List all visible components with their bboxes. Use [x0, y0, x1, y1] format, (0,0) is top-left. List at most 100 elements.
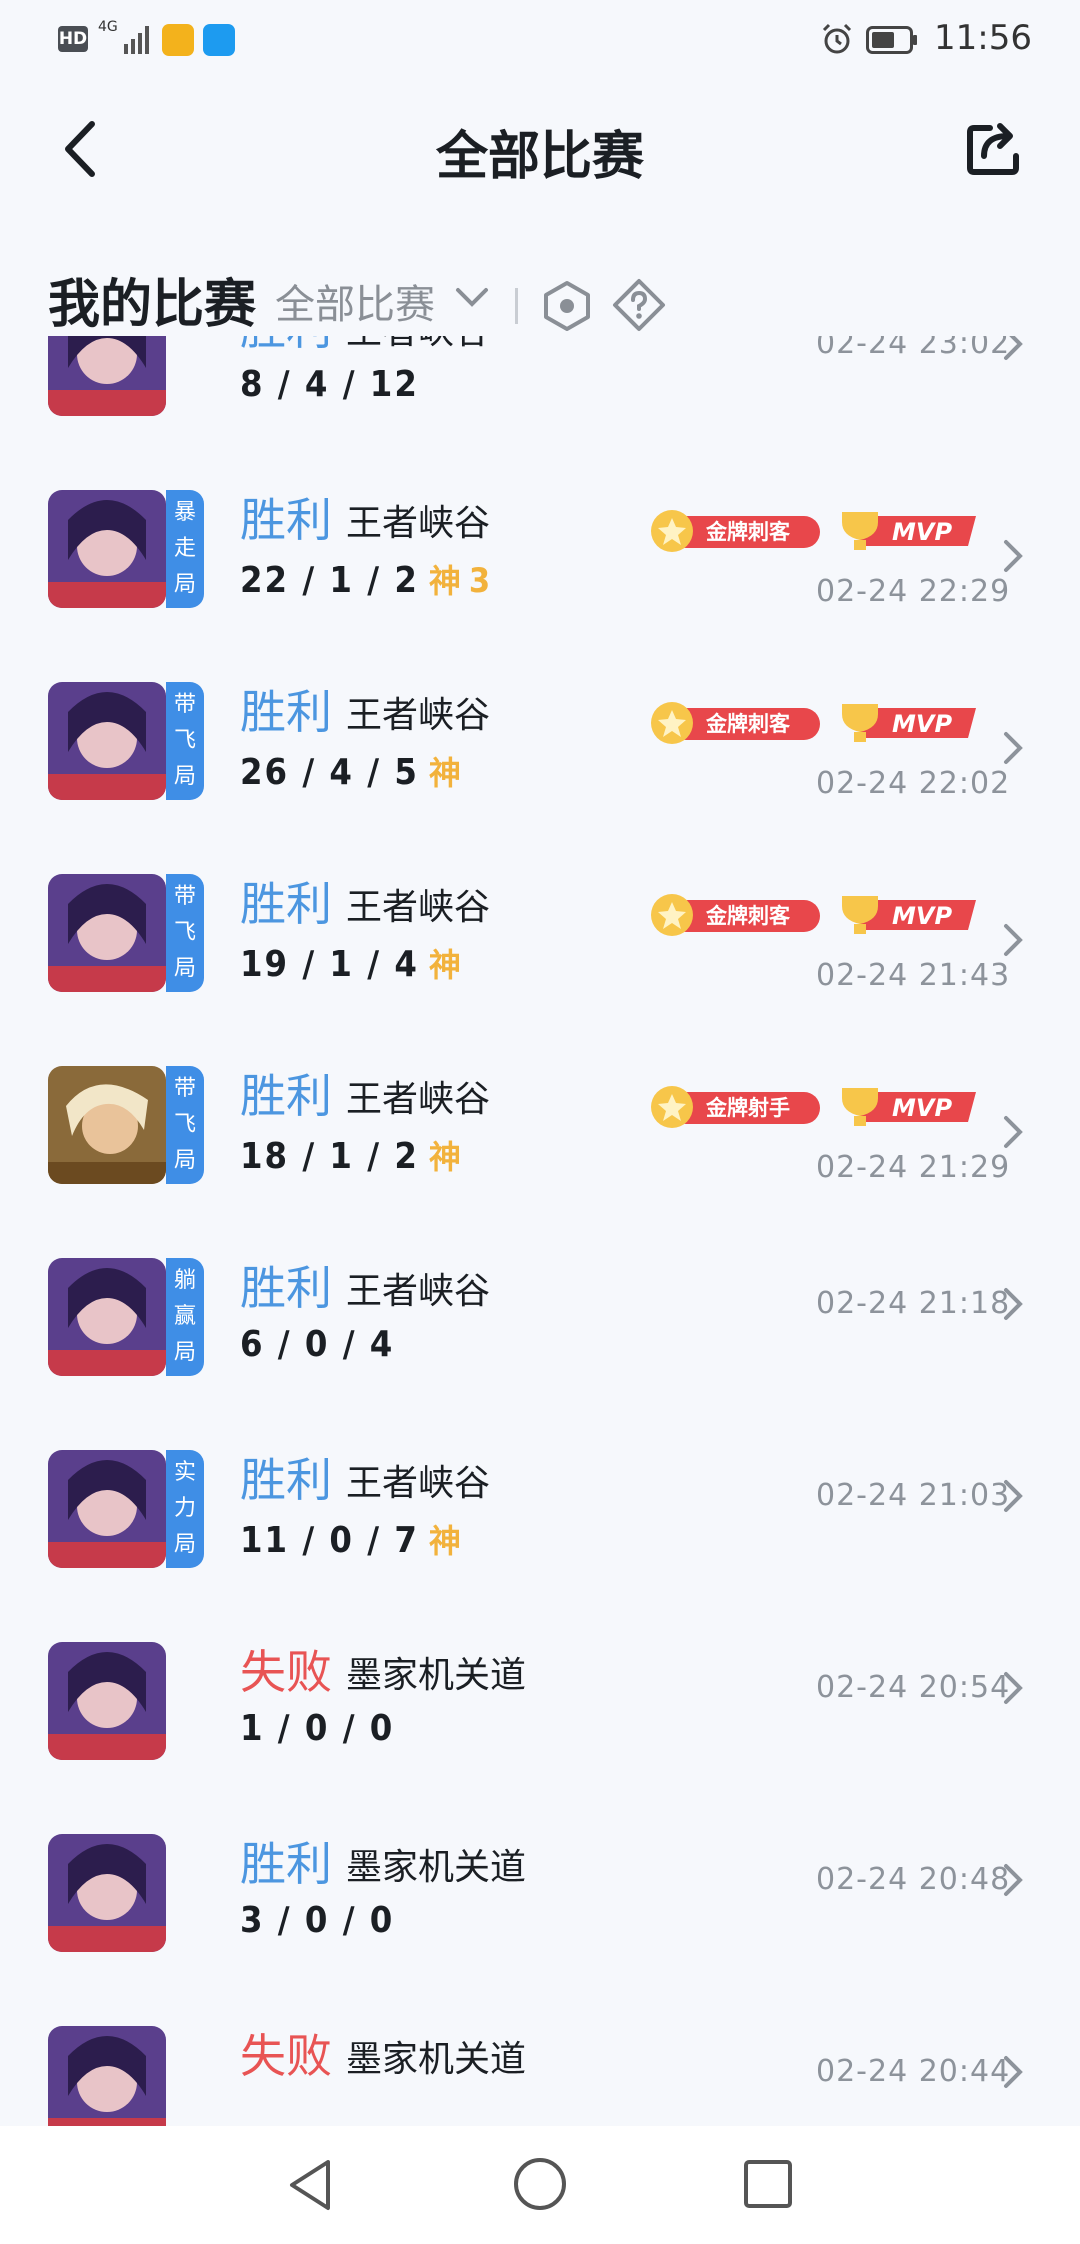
- kda: 19 / 1 / 4神: [240, 940, 463, 986]
- match-result: 胜利: [240, 1453, 332, 1507]
- list-item[interactable]: 失败 墨家机关道 1 / 0 / 0 02-24 20:54: [0, 1624, 1080, 1816]
- mode-tag: 带飞局: [166, 1066, 204, 1184]
- search-app-icon: [203, 24, 235, 56]
- mode-tag: 躺赢局: [166, 1258, 204, 1376]
- alarm-icon: [822, 23, 852, 54]
- app-icon: [162, 24, 194, 56]
- map-name: 墨家机关道: [346, 2039, 527, 2080]
- hd-indicator: HD: [58, 26, 88, 52]
- god-badge: 神: [428, 1138, 463, 1176]
- kda: 8 / 4 / 12: [240, 364, 419, 405]
- god-count: 3: [468, 561, 493, 601]
- kda: 18 / 1 / 2神: [240, 1132, 463, 1178]
- god-badge: 神: [428, 1522, 463, 1560]
- hero-avatar: [48, 682, 166, 800]
- gold-medal-text: 金牌射手: [705, 1096, 790, 1120]
- hero-avatar: [48, 1258, 166, 1376]
- match-result: 胜利: [240, 336, 332, 358]
- mvp-badge: MVP: [842, 512, 976, 550]
- gold-medal-badge: 金牌刺客: [651, 702, 820, 744]
- header: 全部比赛: [0, 84, 1080, 214]
- chevron-right-icon[interactable]: [1000, 336, 1026, 364]
- chevron-right-icon[interactable]: [1000, 1284, 1026, 1324]
- network-type: 4G: [98, 19, 118, 35]
- list-item[interactable]: 实力局 胜利 王者峡谷 11 / 0 / 7神 02-24 21:03: [0, 1432, 1080, 1624]
- list-item[interactable]: 躺赢局 胜利 王者峡谷 6 / 0 / 4 02-24 21:18: [0, 1240, 1080, 1432]
- list-item[interactable]: 暴走局 胜利 王者峡谷 22 / 1 / 2神3 金牌刺客 MVP 02-24 …: [0, 472, 1080, 664]
- match-result: 胜利: [240, 493, 332, 547]
- chevron-right-icon[interactable]: [1000, 728, 1026, 768]
- match-time: 02-24 23:02: [816, 336, 1011, 361]
- nav-recent-icon[interactable]: [742, 2158, 794, 2210]
- gold-medal-text: 金牌刺客: [705, 904, 791, 928]
- share-icon[interactable]: [960, 112, 1030, 182]
- divider: [515, 288, 518, 324]
- match-time: 02-24 21:29: [816, 1150, 1011, 1185]
- god-badge: 神: [428, 946, 463, 984]
- mode-tag: 带飞局: [166, 874, 204, 992]
- mvp-badge: MVP: [842, 704, 976, 742]
- map-name: 王者峡谷: [346, 1271, 491, 1312]
- gold-medal-badge: 金牌射手: [651, 1086, 820, 1128]
- chevron-right-icon[interactable]: [1000, 920, 1026, 960]
- match-result: 胜利: [240, 877, 332, 931]
- god-badge: 神: [428, 562, 463, 600]
- match-time: 02-24 21:18: [816, 1286, 1011, 1321]
- match-result: 胜利: [240, 1069, 332, 1123]
- nav-home-icon[interactable]: [512, 2156, 568, 2212]
- map-name: 墨家机关道: [346, 1655, 527, 1696]
- match-result: 胜利: [240, 685, 332, 739]
- chevron-right-icon[interactable]: [1000, 2052, 1026, 2092]
- hero-avatar: [48, 1834, 166, 1952]
- page-title: 全部比赛: [435, 127, 644, 187]
- mode-tag: 实力局: [166, 1450, 204, 1568]
- match-result: 失败: [240, 1645, 332, 1699]
- gold-medal-badge: 金牌刺客: [651, 510, 820, 552]
- system-nav-bar: [0, 2126, 1080, 2244]
- chevron-right-icon[interactable]: [1000, 536, 1026, 576]
- chevron-right-icon[interactable]: [1000, 1860, 1026, 1900]
- match-result: 失败: [240, 2029, 332, 2083]
- signal-icon: [124, 26, 149, 54]
- nav-back-icon[interactable]: [282, 2156, 338, 2214]
- mvp-badge: MVP: [842, 1088, 976, 1126]
- help-icon[interactable]: [612, 278, 666, 332]
- hexagon-icon[interactable]: [542, 280, 592, 332]
- list-item[interactable]: 带飞局 胜利 王者峡谷 19 / 1 / 4神 金牌刺客 MVP 02-24 2…: [0, 856, 1080, 1048]
- chevron-right-icon[interactable]: [1000, 1112, 1026, 1152]
- match-time: 02-24 20:48: [816, 1862, 1011, 1897]
- hero-avatar: [48, 490, 166, 608]
- map-name: 墨家机关道: [346, 1847, 527, 1888]
- hero-avatar: [48, 1066, 166, 1184]
- match-time: 02-24 21:03: [816, 1478, 1011, 1513]
- match-time: 02-24 22:02: [816, 766, 1011, 801]
- chevron-down-icon[interactable]: [452, 284, 492, 310]
- kda: 26 / 4 / 5神: [240, 748, 463, 794]
- kda: 3 / 0 / 0: [240, 1900, 395, 1941]
- match-time: 02-24 21:43: [816, 958, 1011, 993]
- gold-medal-badge: 金牌刺客: [651, 894, 820, 936]
- chevron-right-icon[interactable]: [1000, 1668, 1026, 1708]
- mvp-text: MVP: [892, 902, 952, 930]
- mvp-text: MVP: [892, 518, 952, 546]
- match-filter-select[interactable]: 全部比赛: [275, 272, 435, 330]
- list-item[interactable]: 失败 墨家机关道 02-24 20:44: [0, 2008, 1080, 2126]
- kda: 22 / 1 / 2神3: [240, 556, 492, 602]
- match-list: 胜利 王者峡谷 8 / 4 / 12 02-24 23:02 暴走局 胜利 王者…: [0, 336, 1080, 2126]
- mode-tag: 暴走局: [166, 490, 204, 608]
- list-item[interactable]: 胜利 墨家机关道 3 / 0 / 0 02-24 20:48: [0, 1816, 1080, 2008]
- match-result: 胜利: [240, 1261, 332, 1315]
- list-item[interactable]: 胜利 王者峡谷 8 / 4 / 12 02-24 23:02: [0, 336, 1080, 472]
- list-item[interactable]: 带飞局 胜利 王者峡谷 18 / 1 / 2神 金牌射手 MVP 02-24 2…: [0, 1048, 1080, 1240]
- list-item[interactable]: 带飞局 胜利 王者峡谷 26 / 4 / 5神 金牌刺客 MVP 02-24 2…: [0, 664, 1080, 856]
- hero-avatar: [48, 1450, 166, 1568]
- kda: 1 / 0 / 0: [240, 1708, 395, 1749]
- status-bar: HD 4G 11:56: [0, 0, 1080, 84]
- battery-icon: [866, 26, 917, 54]
- map-name: 王者峡谷: [346, 336, 490, 354]
- map-name: 王者峡谷: [346, 1463, 491, 1504]
- hero-avatar: [48, 336, 166, 416]
- chevron-right-icon[interactable]: [1000, 1476, 1026, 1516]
- god-badge: 神: [428, 754, 463, 792]
- mvp-text: MVP: [892, 710, 952, 738]
